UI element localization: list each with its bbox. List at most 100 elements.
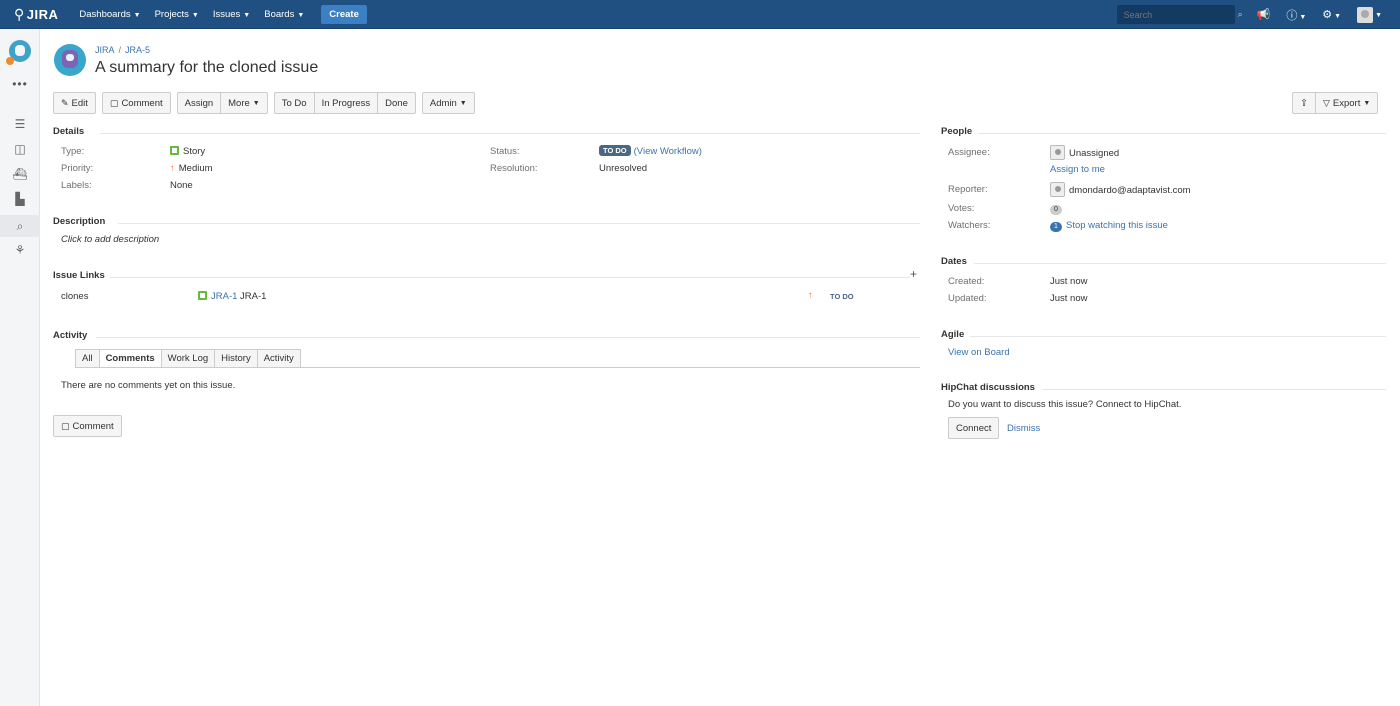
jira-logo[interactable]: ⚲ JIRA: [14, 6, 58, 23]
backlog-icon[interactable]: ☰: [0, 117, 40, 131]
labels-value[interactable]: None: [170, 180, 193, 191]
admin-button-label: Admin: [429, 97, 457, 109]
stop-watching-link[interactable]: Stop watching this issue: [1066, 220, 1168, 231]
people-heading[interactable]: People: [941, 126, 972, 137]
nav-dashboards-label: Dashboards: [79, 8, 131, 20]
issues-icon[interactable]: ⌕: [0, 215, 40, 237]
toolbar-right: ⇪ ▽ Export ▼: [1292, 92, 1379, 114]
type-value-text: Story: [183, 146, 206, 157]
assign-button[interactable]: Assign: [176, 92, 221, 114]
pencil-icon: ✎: [61, 97, 69, 108]
dates-divider: [974, 263, 1386, 264]
status-value: TO DO (View Workflow): [599, 145, 702, 157]
export-button[interactable]: ▽ Export ▼: [1314, 92, 1379, 114]
share-icon: ⇪: [1300, 97, 1308, 109]
reports-icon[interactable]: ▙: [0, 192, 40, 206]
tab-all[interactable]: All: [75, 349, 99, 368]
link-relation: clones: [61, 291, 89, 302]
chevron-down-icon: ▼: [1334, 13, 1342, 20]
view-on-board-link[interactable]: View on Board: [948, 347, 1010, 358]
activity-heading[interactable]: Activity: [53, 330, 87, 341]
done-transition-button[interactable]: Done: [377, 92, 416, 114]
components-icon[interactable]: ⚘: [0, 243, 40, 257]
hipchat-heading[interactable]: HipChat discussions: [941, 382, 1035, 393]
created-label: Created:: [948, 276, 985, 287]
board-icon[interactable]: ◫: [0, 142, 40, 156]
nav-boards-menu[interactable]: Boards ▼: [257, 9, 311, 20]
watchers-count-badge[interactable]: 1: [1050, 222, 1062, 232]
view-workflow-link[interactable]: (View Workflow): [634, 146, 702, 157]
watchers-label: Watchers:: [948, 220, 991, 231]
user-profile-menu[interactable]: ▼: [1357, 6, 1382, 23]
tabs-divider: [75, 367, 920, 368]
agile-divider: [970, 336, 1386, 337]
type-label: Type:: [61, 146, 85, 157]
comment-button[interactable]: ▢ Comment: [101, 92, 171, 114]
export-button-label: Export: [1332, 97, 1361, 109]
hipchat-dismiss-link[interactable]: Dismiss: [1007, 423, 1040, 434]
priority-value[interactable]: ↑ Medium: [170, 163, 213, 174]
priority-medium-icon: ↑: [808, 290, 813, 301]
chevron-down-icon: ▼: [297, 11, 305, 19]
dates-heading[interactable]: Dates: [941, 256, 967, 267]
releases-icon[interactable]: ⛴: [0, 167, 40, 181]
updated-label: Updated:: [948, 293, 987, 304]
breadcrumb-separator: /: [118, 45, 122, 55]
settings-menu[interactable]: ⚙ ▼: [1322, 8, 1341, 21]
nav-projects-label: Projects: [154, 8, 189, 20]
reporter-value-text: dmondardo@adaptavist.com: [1069, 185, 1191, 196]
reporter-value[interactable]: dmondardo@adaptavist.com: [1050, 182, 1191, 197]
page-title[interactable]: A summary for the cloned issue: [95, 59, 318, 77]
add-comment-button[interactable]: ▢ Comment: [53, 415, 122, 437]
description-field[interactable]: Click to add description: [61, 234, 159, 245]
details-heading[interactable]: Details: [53, 126, 84, 137]
linked-issue-status: TO DO: [830, 291, 854, 302]
issue-toolbar: ✎ Edit ▢ Comment Assign More ▼ To Do In Pro…: [53, 92, 481, 114]
breadcrumb-issue-key-link[interactable]: JRA-5: [125, 45, 150, 55]
issue-view: JIRA / JRA-5 A summary for the cloned issu…: [40, 29, 1400, 706]
nav-dashboards-menu[interactable]: Dashboards ▼: [72, 9, 147, 20]
linked-issue-key-link[interactable]: JRA-1: [211, 291, 237, 302]
more-icon[interactable]: •••: [0, 77, 40, 91]
edit-button[interactable]: ✎ Edit: [53, 92, 96, 114]
nav-issues-menu[interactable]: Issues ▼: [206, 9, 257, 20]
create-button[interactable]: Create: [321, 4, 367, 24]
logo-text: JIRA: [26, 6, 59, 22]
linked-issue-summary[interactable]: JRA-1: [240, 291, 266, 302]
tab-activity[interactable]: Activity: [256, 349, 301, 368]
votes-value[interactable]: 0: [1050, 203, 1062, 215]
admin-button[interactable]: Admin ▼: [421, 92, 475, 114]
share-button[interactable]: ⇪: [1292, 92, 1315, 114]
agile-heading[interactable]: Agile: [941, 329, 964, 340]
tab-history[interactable]: History: [214, 349, 257, 368]
notifications-icon[interactable]: 📢: [1257, 8, 1271, 21]
type-value[interactable]: Story: [170, 146, 205, 157]
user-avatar: [1357, 6, 1374, 23]
more-button-label: More: [228, 97, 250, 109]
description-heading[interactable]: Description: [53, 216, 105, 227]
created-value: Just now: [1050, 276, 1088, 287]
breadcrumb-project-link[interactable]: JIRA: [95, 45, 115, 55]
in-progress-transition-button[interactable]: In Progress: [313, 92, 378, 114]
todo-transition-button[interactable]: To Do: [273, 92, 314, 114]
search-icon[interactable]: ⌕: [1238, 9, 1243, 20]
assign-to-me-link[interactable]: Assign to me: [1050, 164, 1105, 175]
issue-links-heading[interactable]: Issue Links: [53, 270, 105, 281]
more-button[interactable]: More ▼: [220, 92, 268, 114]
chevron-down-icon: ▼: [191, 11, 199, 19]
updated-value: Just now: [1050, 293, 1088, 304]
tab-comments[interactable]: Comments: [98, 349, 161, 368]
tab-work-log[interactable]: Work Log: [160, 349, 215, 368]
hipchat-connect-button[interactable]: Connect: [948, 417, 1000, 439]
comment-button-label: Comment: [121, 97, 163, 109]
add-link-icon[interactable]: +: [910, 267, 917, 281]
search-input[interactable]: [1116, 5, 1235, 24]
assignee-value[interactable]: Unassigned: [1050, 145, 1119, 160]
reporter-label: Reporter:: [948, 184, 988, 195]
breadcrumb: JIRA / JRA-5: [95, 45, 150, 55]
edit-button-label: Edit: [71, 97, 88, 109]
help-menu[interactable]: ⓘ ▼: [1286, 7, 1306, 23]
project-status-dot: [6, 57, 14, 65]
assignee-label: Assignee:: [948, 147, 990, 158]
nav-projects-menu[interactable]: Projects ▼: [148, 9, 206, 20]
